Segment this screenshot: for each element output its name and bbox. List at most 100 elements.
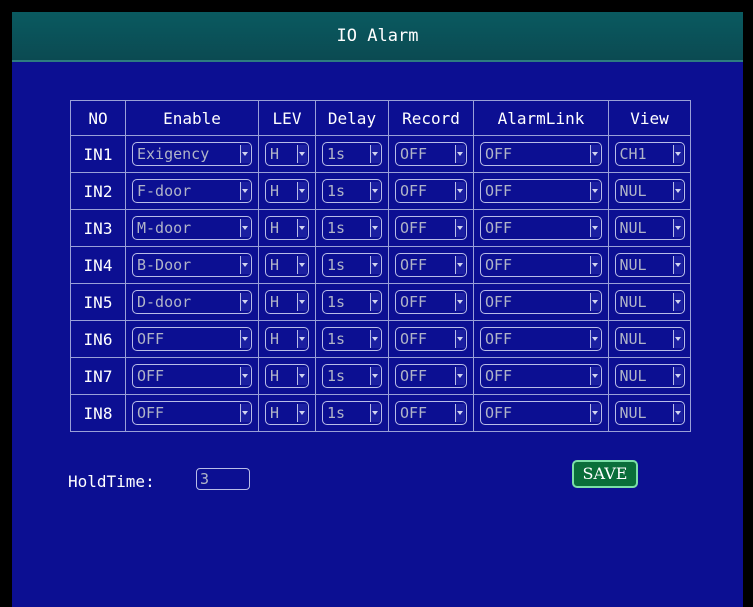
delay-select[interactable]: 1s [322,179,382,203]
alarmlink-select[interactable]: OFF [480,253,602,277]
alarmlink-select[interactable]: OFF [480,179,602,203]
dropdown-arrow-icon[interactable] [370,256,380,274]
enable-select[interactable]: M-door [132,216,252,240]
enable-select[interactable]: D-door [132,290,252,314]
view-select[interactable]: NUL [614,290,685,314]
dropdown-arrow-icon[interactable] [240,145,250,163]
alarmlink-select[interactable]: OFF [480,216,602,240]
dropdown-arrow-icon[interactable] [297,404,307,422]
dropdown-arrow-icon[interactable] [370,145,380,163]
dropdown-arrow-icon[interactable] [370,293,380,311]
lev-select[interactable]: H [265,327,309,351]
enable-select[interactable]: OFF [132,401,252,425]
delay-select[interactable]: 1s [322,401,382,425]
view-select[interactable]: NUL [614,216,685,240]
record-select[interactable]: OFF [395,364,467,388]
view-select[interactable]: NUL [614,364,685,388]
record-select[interactable]: OFF [395,179,467,203]
alarmlink-select[interactable]: OFF [480,401,602,425]
dropdown-arrow-icon[interactable] [297,293,307,311]
dropdown-arrow-icon[interactable] [455,293,465,311]
dropdown-arrow-icon[interactable] [590,293,600,311]
dropdown-arrow-icon[interactable] [672,330,683,348]
alarmlink-select[interactable]: OFF [480,364,602,388]
enable-select[interactable]: Exigency [132,142,252,166]
dropdown-arrow-icon[interactable] [240,293,250,311]
save-button[interactable]: SAVE [572,460,638,488]
dropdown-arrow-icon[interactable] [672,404,683,422]
dropdown-arrow-icon[interactable] [672,256,683,274]
delay-select[interactable]: 1s [322,253,382,277]
dropdown-arrow-icon[interactable] [297,256,307,274]
view-select[interactable]: CH1 [614,142,685,166]
dropdown-arrow-icon[interactable] [590,182,600,200]
delay-select[interactable]: 1s [322,142,382,166]
dropdown-arrow-icon[interactable] [672,293,683,311]
record-select[interactable]: OFF [395,216,467,240]
enable-select[interactable]: OFF [132,364,252,388]
dropdown-arrow-icon[interactable] [590,330,600,348]
dropdown-arrow-icon[interactable] [370,404,380,422]
alarmlink-select[interactable]: OFF [480,142,602,166]
delay-select[interactable]: 1s [322,327,382,351]
record-select[interactable]: OFF [395,290,467,314]
dropdown-arrow-icon[interactable] [297,330,307,348]
view-select[interactable]: NUL [614,179,685,203]
lev-select[interactable]: H [265,290,309,314]
delay-select[interactable]: 1s [322,290,382,314]
enable-value: F-door [137,182,192,200]
dropdown-arrow-icon[interactable] [672,219,683,237]
dropdown-arrow-icon[interactable] [297,219,307,237]
view-select[interactable]: NUL [614,253,685,277]
dropdown-arrow-icon[interactable] [590,404,600,422]
dropdown-arrow-icon[interactable] [590,256,600,274]
dropdown-arrow-icon[interactable] [455,256,465,274]
dropdown-arrow-icon[interactable] [455,367,465,385]
lev-select[interactable]: H [265,401,309,425]
lev-select[interactable]: H [265,253,309,277]
dropdown-arrow-icon[interactable] [240,182,250,200]
enable-select[interactable]: OFF [132,327,252,351]
view-value: NUL [619,293,647,311]
dropdown-arrow-icon[interactable] [370,219,380,237]
record-select[interactable]: OFF [395,142,467,166]
lev-select[interactable]: H [265,216,309,240]
dropdown-arrow-icon[interactable] [672,145,683,163]
dropdown-arrow-icon[interactable] [455,182,465,200]
lev-select[interactable]: H [265,142,309,166]
dropdown-arrow-icon[interactable] [590,219,600,237]
dropdown-arrow-icon[interactable] [455,145,465,163]
dropdown-arrow-icon[interactable] [240,367,250,385]
dropdown-arrow-icon[interactable] [672,367,683,385]
lev-select[interactable]: H [265,179,309,203]
dropdown-arrow-icon[interactable] [240,256,250,274]
dropdown-arrow-icon[interactable] [590,367,600,385]
record-select[interactable]: OFF [395,401,467,425]
dropdown-arrow-icon[interactable] [297,367,307,385]
enable-select[interactable]: B-Door [132,253,252,277]
dropdown-arrow-icon[interactable] [370,330,380,348]
alarmlink-select[interactable]: OFF [480,327,602,351]
dropdown-arrow-icon[interactable] [455,404,465,422]
dropdown-arrow-icon[interactable] [240,404,250,422]
dropdown-arrow-icon[interactable] [455,330,465,348]
record-select[interactable]: OFF [395,253,467,277]
view-select[interactable]: NUL [614,327,685,351]
alarmlink-select[interactable]: OFF [480,290,602,314]
dropdown-arrow-icon[interactable] [370,182,380,200]
dropdown-arrow-icon[interactable] [590,145,600,163]
enable-select[interactable]: F-door [132,179,252,203]
dropdown-arrow-icon[interactable] [297,182,307,200]
dropdown-arrow-icon[interactable] [297,145,307,163]
view-select[interactable]: NUL [614,401,685,425]
delay-select[interactable]: 1s [322,216,382,240]
dropdown-arrow-icon[interactable] [240,330,250,348]
dropdown-arrow-icon[interactable] [370,367,380,385]
dropdown-arrow-icon[interactable] [455,219,465,237]
lev-select[interactable]: H [265,364,309,388]
delay-select[interactable]: 1s [322,364,382,388]
dropdown-arrow-icon[interactable] [240,219,250,237]
holdtime-input[interactable]: 3 [196,468,250,490]
record-select[interactable]: OFF [395,327,467,351]
dropdown-arrow-icon[interactable] [672,182,683,200]
